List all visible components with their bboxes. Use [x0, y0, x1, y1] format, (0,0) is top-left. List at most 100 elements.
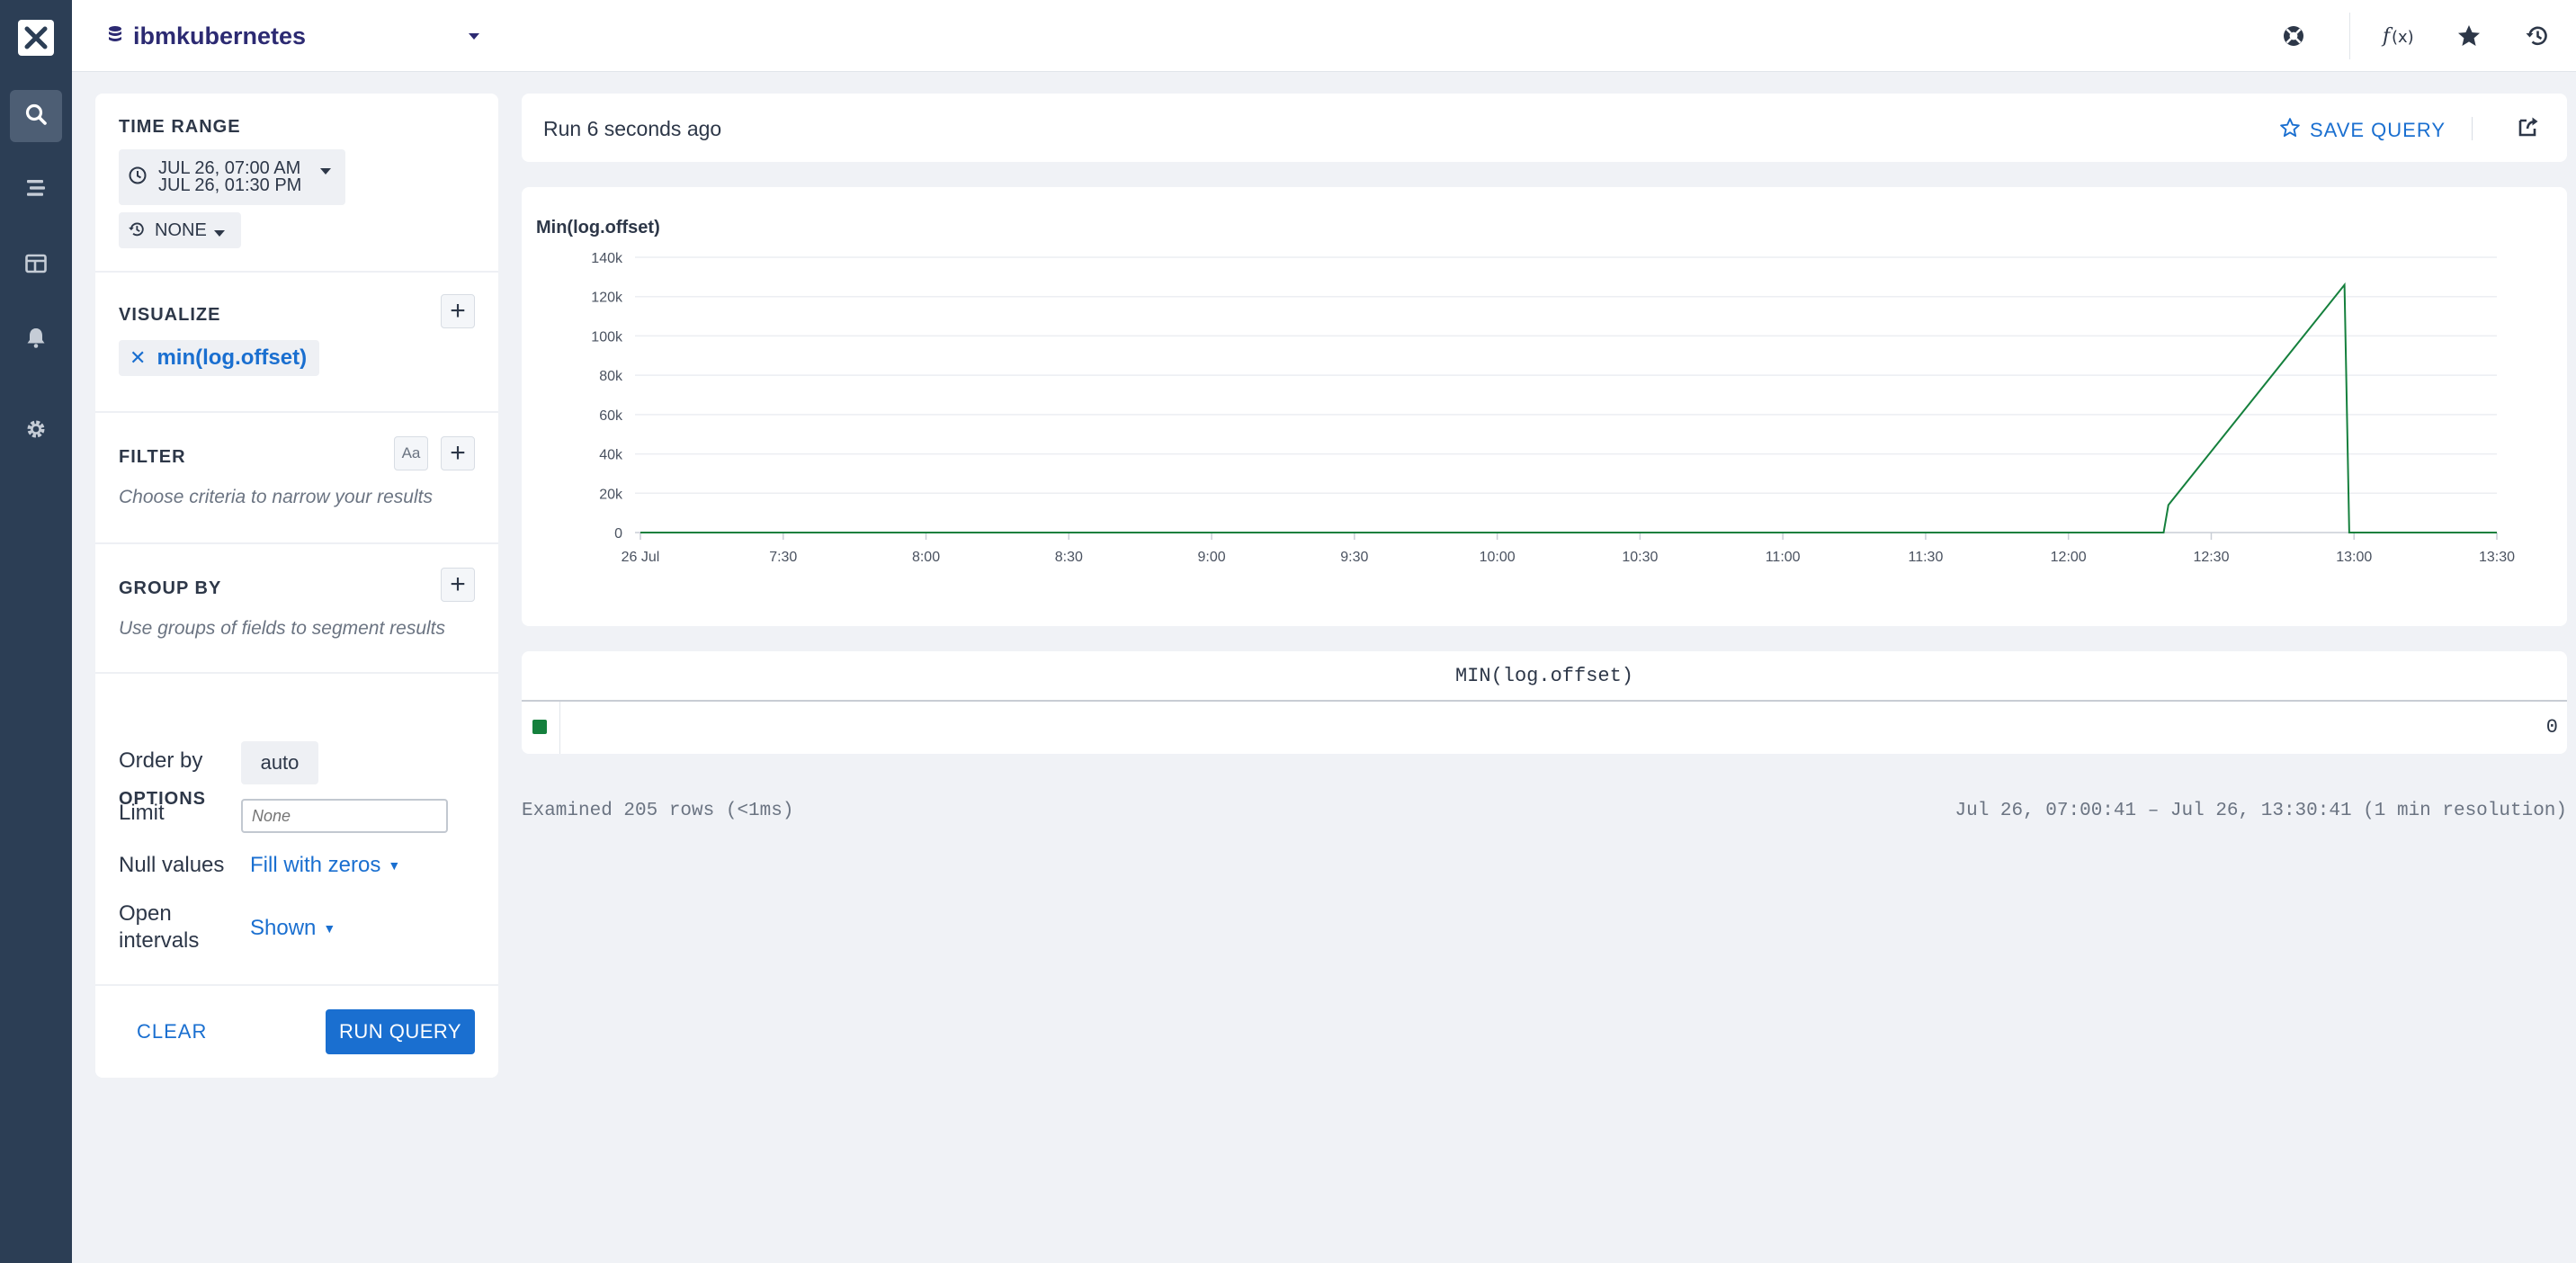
- visualize-title: VISUALIZE: [119, 305, 221, 325]
- series-color-swatch[interactable]: [532, 720, 547, 734]
- history-icon: [128, 220, 146, 243]
- support-icon[interactable]: [2276, 18, 2312, 54]
- open-intervals-label-2: intervals: [119, 928, 200, 953]
- boards-icon: [24, 252, 48, 280]
- search-nav-button[interactable]: [10, 90, 62, 142]
- triggers-nav-button[interactable]: [10, 313, 62, 365]
- history-icon[interactable]: [2519, 18, 2555, 54]
- add-visualize-button[interactable]: +: [441, 294, 475, 328]
- time-compare-label: NONE: [155, 220, 207, 240]
- datasets-nav-button[interactable]: [10, 164, 62, 216]
- x-tick-label: 9:30: [1340, 550, 1368, 565]
- share-icon[interactable]: [2517, 115, 2540, 143]
- time-compare-picker[interactable]: NONE: [119, 212, 241, 248]
- filter-section: FILTER Aa + Choose criteria to narrow yo…: [95, 413, 498, 544]
- star-outline-icon: [2279, 117, 2301, 144]
- y-tick-label: 100k: [591, 329, 623, 345]
- run-bar-divider: [2472, 117, 2473, 140]
- x-tick-label: 13:30: [2479, 550, 2515, 565]
- table-cell-value: 0: [2545, 716, 2558, 739]
- visualize-chip-label: min(log.offset): [157, 345, 308, 370]
- y-tick-label: 0: [614, 526, 622, 542]
- actions-divider: [95, 984, 498, 986]
- close-logo-icon[interactable]: [18, 20, 54, 56]
- table-header: MIN(log.offset): [522, 651, 2567, 702]
- run-query-button[interactable]: RUN QUERY: [326, 1009, 475, 1054]
- time-range-title: TIME RANGE: [119, 117, 241, 137]
- group-by-hint: Use groups of fields to segment results: [119, 618, 446, 639]
- order-by-select[interactable]: auto: [241, 741, 318, 784]
- visualize-chip[interactable]: ✕ min(log.offset): [119, 340, 320, 376]
- x-tick-label: 10:00: [1480, 550, 1516, 565]
- x-tick-label: 8:30: [1055, 550, 1083, 565]
- chevron-down-icon: ▼: [388, 858, 401, 873]
- limit-label: Limit: [119, 801, 165, 825]
- filter-title: FILTER: [119, 447, 186, 467]
- svg-text:(x): (x): [2392, 28, 2414, 47]
- time-range-section: TIME RANGE JUL 26, 07:00 AM JUL 26, 01:3…: [95, 94, 498, 273]
- line-chart[interactable]: 0 20k 40k 60k 80k 100k 120k 140k 26 Jul 7:30 8:00 8…: [522, 187, 2567, 626]
- y-tick-label: 20k: [599, 487, 623, 502]
- dataset-name: ibmkubernetes: [133, 22, 307, 49]
- save-query-label: SAVE QUERY: [2310, 119, 2446, 141]
- limit-input[interactable]: [241, 799, 448, 833]
- datasets-icon: [24, 176, 48, 204]
- null-values-label: Null values: [119, 853, 225, 877]
- query-builder-panel: TIME RANGE JUL 26, 07:00 AM JUL 26, 01:3…: [95, 94, 498, 1078]
- x-tick-label: 9:00: [1198, 550, 1226, 565]
- header-divider: [2349, 13, 2350, 59]
- x-tick-label: 10:30: [1622, 550, 1658, 565]
- star-icon[interactable]: [2451, 18, 2487, 54]
- time-range-end: JUL 26, 01:30 PM: [158, 175, 302, 195]
- open-intervals-value: Shown: [250, 916, 317, 940]
- group-by-section: GROUP BY + Use groups of fields to segme…: [95, 544, 498, 674]
- boards-nav-button[interactable]: [10, 239, 62, 291]
- filter-hint: Choose criteria to narrow your results: [119, 487, 433, 507]
- chevron-down-icon[interactable]: [468, 30, 480, 46]
- top-header: ibmkubernetes f (x): [72, 0, 2576, 72]
- x-tick-label: 7:30: [769, 550, 797, 565]
- x-tick-label: 26 Jul: [622, 550, 660, 565]
- x-tick-label: 13:00: [2336, 550, 2372, 565]
- run-status: Run 6 seconds ago: [543, 117, 722, 140]
- null-values-dropdown[interactable]: Fill with zeros ▼: [250, 853, 400, 878]
- add-group-by-button[interactable]: +: [441, 568, 475, 602]
- settings-nav-button[interactable]: [10, 405, 62, 457]
- y-tick-label: 140k: [591, 251, 623, 266]
- settings-gear-icon: [24, 417, 48, 445]
- results-table: MIN(log.offset) 0: [522, 651, 2567, 754]
- time-range-picker[interactable]: JUL 26, 07:00 AM JUL 26, 01:30 PM: [119, 149, 345, 205]
- search-icon: [24, 103, 48, 130]
- chart-card: Min(log.offset) 0 20k 40k 60k 80k 100k 120k 140…: [522, 187, 2567, 626]
- clear-button[interactable]: CLEAR: [137, 1020, 207, 1044]
- y-tick-label: 120k: [591, 291, 623, 306]
- run-status-bar: Run 6 seconds ago SAVE QUERY: [522, 94, 2567, 162]
- table-row-divider: [559, 702, 560, 754]
- clock-icon: [128, 166, 148, 190]
- y-tick-label: 60k: [599, 408, 623, 424]
- y-tick-label: 40k: [599, 448, 623, 463]
- x-tick-label: 12:00: [2051, 550, 2087, 565]
- open-intervals-dropdown[interactable]: Shown ▼: [250, 916, 335, 941]
- case-sensitivity-button[interactable]: Aa: [394, 436, 428, 470]
- x-tick-label: 11:00: [1766, 550, 1801, 565]
- remove-icon[interactable]: ✕: [130, 346, 146, 370]
- database-icon: [108, 25, 122, 48]
- x-tick-label: 12:30: [2193, 550, 2229, 565]
- add-filter-button[interactable]: +: [441, 436, 475, 470]
- function-icon[interactable]: f (x): [2380, 18, 2416, 54]
- order-by-label: Order by: [119, 748, 203, 773]
- open-intervals-label: Open: [119, 901, 172, 926]
- left-nav-rail: [0, 0, 72, 1263]
- examined-rows: Examined 205 rows (<1ms): [522, 801, 794, 821]
- x-tick-label: 11:30: [1908, 550, 1943, 565]
- chevron-down-icon: [320, 164, 331, 180]
- query-time-range: Jul 26, 07:00:41 – Jul 26, 13:30:41 (1 m…: [1954, 801, 2567, 821]
- chevron-down-icon: ▼: [323, 921, 336, 936]
- save-query-button[interactable]: SAVE QUERY: [2279, 117, 2446, 144]
- null-values-value: Fill with zeros: [250, 853, 381, 877]
- triggers-bell-icon: [24, 326, 48, 354]
- dataset-selector[interactable]: ibmkubernetes: [108, 20, 306, 52]
- chevron-down-icon: [214, 226, 225, 242]
- y-tick-label: 80k: [599, 369, 623, 384]
